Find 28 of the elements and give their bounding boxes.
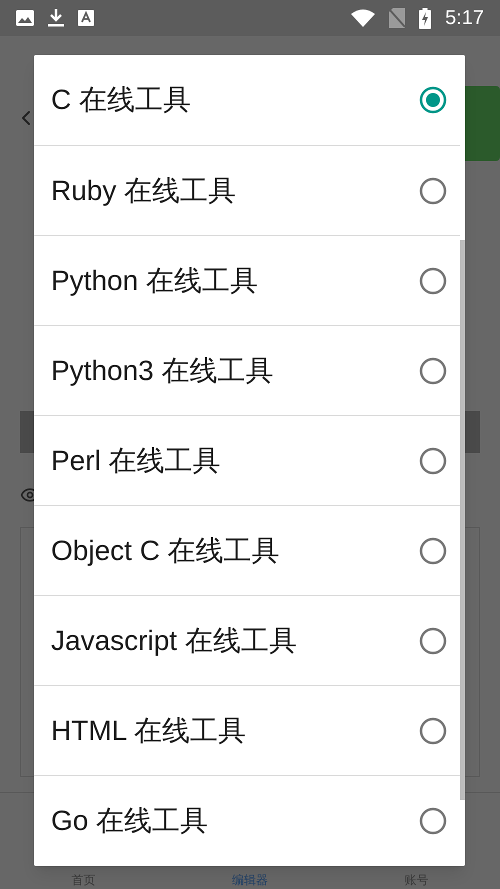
option-label: Go 在线工具 — [51, 804, 210, 838]
radio-button[interactable] — [419, 626, 447, 654]
option-row[interactable]: Ruby 在线工具 — [34, 145, 460, 235]
no-sim-icon — [389, 8, 406, 28]
option-label: Python3 在线工具 — [51, 354, 275, 388]
option-label: Javascript 在线工具 — [51, 624, 298, 658]
option-label: Ruby 在线工具 — [51, 174, 238, 208]
option-label: HTML 在线工具 — [51, 714, 247, 748]
radio-button[interactable] — [419, 536, 447, 564]
option-label: Python 在线工具 — [51, 264, 259, 298]
option-label: C 在线工具 — [51, 83, 192, 117]
option-label: Perl 在线工具 — [51, 444, 222, 478]
radio-button[interactable] — [419, 356, 447, 384]
download-icon — [48, 9, 64, 27]
battery-charging-icon — [419, 8, 432, 28]
option-row[interactable]: Go 在线工具 — [34, 775, 460, 865]
radio-button[interactable] — [419, 86, 447, 114]
radio-button[interactable] — [419, 806, 447, 834]
wifi-icon — [351, 9, 376, 27]
text-icon — [78, 10, 94, 26]
radio-button[interactable] — [419, 266, 447, 294]
radio-button[interactable] — [419, 446, 447, 474]
option-row[interactable]: C 在线工具 — [34, 55, 460, 145]
radio-button[interactable] — [419, 176, 447, 204]
option-label: Object C 在线工具 — [51, 534, 281, 568]
image-icon — [16, 10, 34, 26]
clock-time: 5:17 — [445, 8, 484, 28]
radio-button[interactable] — [419, 716, 447, 744]
